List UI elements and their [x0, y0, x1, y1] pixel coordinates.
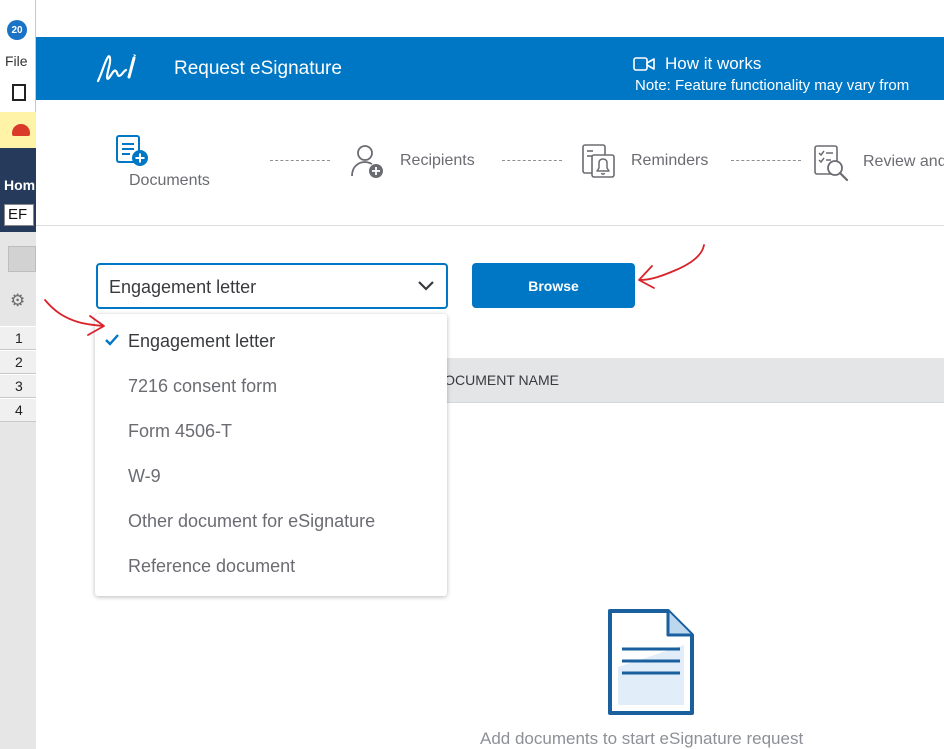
empty-document-icon — [608, 609, 694, 715]
dropdown-option[interactable]: 7216 consent form — [95, 369, 447, 414]
option-label: Reference document — [128, 556, 296, 576]
reminder-bell-icon — [582, 144, 615, 178]
grid-tab[interactable] — [8, 246, 36, 272]
checkmark-icon — [105, 334, 119, 346]
option-label: Form 4506-T — [128, 421, 233, 441]
modal-title: Request eSignature — [174, 58, 342, 79]
dropdown-option[interactable]: W-9 — [95, 459, 447, 504]
esignature-modal: Request eSignature How it works Note: Fe… — [36, 37, 944, 749]
step-reminders-label: Reminders — [631, 152, 709, 169]
browse-button[interactable]: Browse — [472, 263, 635, 308]
background-app-strip: 20 File Hom EF ⚙ 1 2 3 4 — [0, 0, 36, 749]
option-label: Other document for eSignature — [128, 511, 376, 531]
chevron-down-icon — [418, 281, 434, 291]
option-label: W-9 — [128, 466, 161, 486]
modal-header: Request eSignature How it works Note: Fe… — [36, 37, 944, 100]
dropdown-option[interactable]: Reference document — [95, 549, 447, 594]
ef-field[interactable]: EF — [4, 204, 34, 226]
dropdown-option[interactable]: Engagement letter — [95, 324, 447, 369]
recipient-add-icon — [351, 145, 383, 178]
dropdown-option[interactable]: Other document for eSignature — [95, 504, 447, 549]
document-type-value: Engagement letter — [109, 277, 257, 297]
documents-add-icon — [116, 135, 148, 166]
row-number: 2 — [0, 350, 36, 374]
row-number: 3 — [0, 374, 36, 398]
feature-note: Note: Feature functionality may vary fro… — [635, 77, 910, 94]
empty-state-message: Add documents to start eSignature reques… — [480, 729, 804, 748]
step-progress: Documents Recipients Reminders Review an… — [36, 100, 944, 226]
menu-file[interactable]: File — [5, 53, 28, 69]
step-recipients-label: Recipients — [400, 152, 475, 169]
step-connector — [502, 160, 562, 161]
step-connector — [731, 160, 801, 161]
video-camera-icon — [633, 57, 655, 71]
gear-icon[interactable]: ⚙ — [10, 291, 25, 311]
step-connector — [270, 160, 330, 161]
step-documents[interactable]: Documents — [114, 134, 210, 190]
option-label: 7216 consent form — [128, 376, 278, 396]
step-recipients[interactable]: Recipients — [350, 143, 475, 179]
how-it-works-label: How it works — [665, 54, 762, 73]
home-label: Hom — [4, 177, 36, 193]
document-icon[interactable] — [12, 84, 26, 101]
how-it-works-link[interactable]: How it works — [633, 54, 761, 74]
row-number: 1 — [0, 326, 36, 350]
document-type-select[interactable]: Engagement letter — [97, 264, 447, 308]
step-review[interactable]: Review and — [813, 143, 944, 181]
alarm-icon — [12, 124, 30, 136]
dropdown-option[interactable]: Form 4506-T — [95, 414, 447, 459]
signature-icon — [96, 54, 136, 83]
step-reminders[interactable]: Reminders — [581, 143, 708, 179]
step-review-label: Review and — [863, 153, 944, 170]
document-type-dropdown: Engagement letter 7216 consent form Form… — [95, 314, 447, 596]
step-documents-label: Documents — [129, 172, 210, 189]
option-label: Engagement letter — [128, 331, 276, 351]
column-document-name: DOCUMENT NAME — [434, 372, 559, 388]
row-number-column: 1 2 3 4 — [0, 326, 36, 422]
review-search-icon — [814, 145, 849, 181]
row-number: 4 — [0, 398, 36, 422]
app-logo: 20 — [7, 20, 27, 40]
